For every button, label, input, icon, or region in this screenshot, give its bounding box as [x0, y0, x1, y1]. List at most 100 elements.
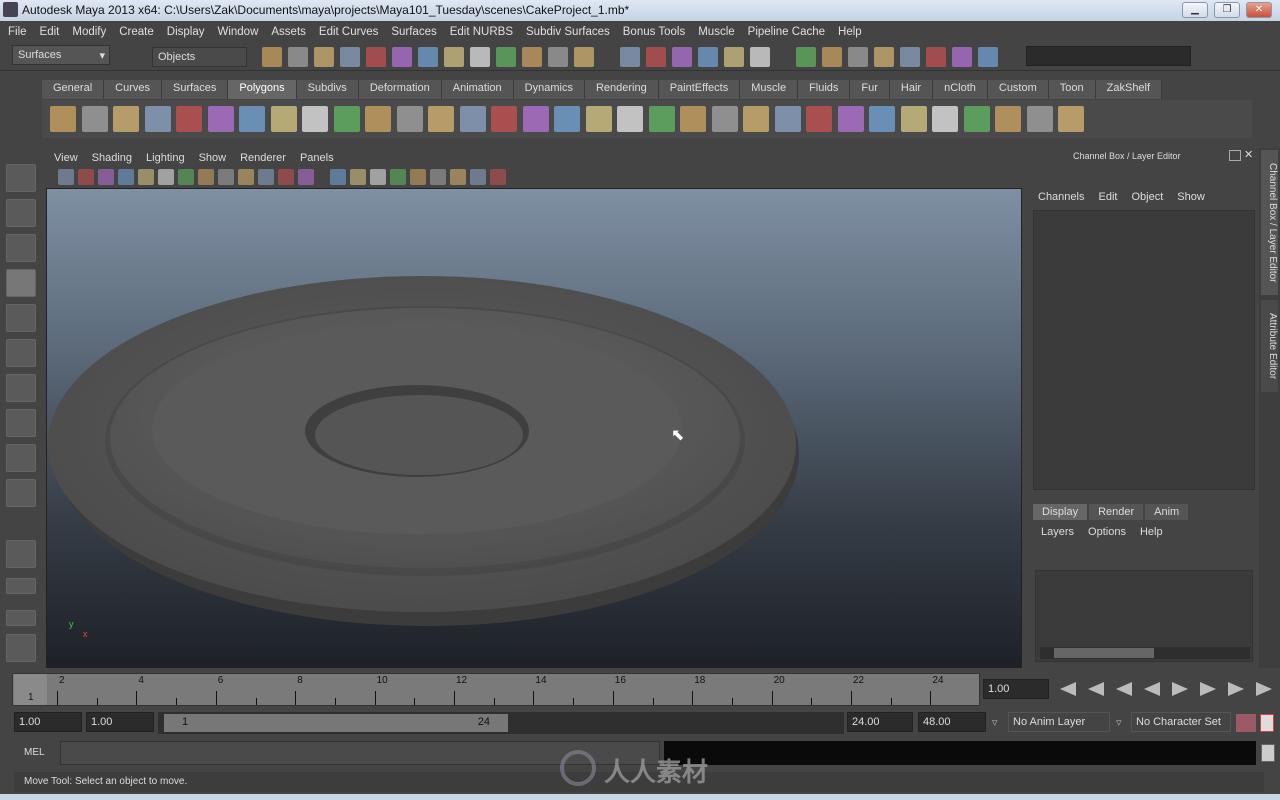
- toolbar-tool-icon[interactable]: [288, 47, 308, 67]
- toolbar-tool-icon[interactable]: [314, 47, 334, 67]
- float-icon[interactable]: [1229, 150, 1241, 161]
- menu-create[interactable]: Create: [119, 26, 154, 38]
- layer-menu-help[interactable]: Help: [1140, 526, 1163, 538]
- anim-layer-dropdown[interactable]: No Anim Layer: [1008, 712, 1110, 732]
- bridge-icon[interactable]: [491, 106, 517, 132]
- channel-menu-channels[interactable]: Channels: [1038, 191, 1084, 203]
- go-to-end-icon[interactable]: [1256, 682, 1272, 696]
- viewport-tool-icon[interactable]: [58, 169, 74, 185]
- toolbar-tool-icon[interactable]: [470, 47, 490, 67]
- viewport-tool-icon[interactable]: [490, 169, 506, 185]
- toolbar-tool-icon[interactable]: [522, 47, 542, 67]
- tab-surfaces[interactable]: Surfaces: [161, 80, 229, 99]
- range-slider-bar[interactable]: 1 24: [164, 714, 508, 732]
- step-back-key-icon[interactable]: [1088, 682, 1104, 696]
- poly-cube-icon[interactable]: [81, 106, 108, 132]
- character-set-dropdown[interactable]: No Character Set: [1131, 712, 1231, 732]
- close-icon[interactable]: ✕: [1244, 148, 1253, 161]
- show-manip-icon[interactable]: [6, 444, 36, 472]
- menu-modify[interactable]: Modify: [72, 26, 106, 38]
- tab-custom[interactable]: Custom: [987, 80, 1049, 99]
- close-button[interactable]: ✕: [1246, 2, 1272, 18]
- bevel-icon[interactable]: [680, 106, 706, 132]
- menu-window[interactable]: Window: [217, 26, 258, 38]
- tab-polygons[interactable]: Polygons: [228, 80, 297, 99]
- scrollbar-thumb[interactable]: [1054, 648, 1154, 658]
- checker-icon[interactable]: [1026, 106, 1053, 132]
- wedge-icon[interactable]: [648, 106, 675, 132]
- toolbar-tool-icon[interactable]: [620, 47, 640, 67]
- viewport-tool-icon[interactable]: [370, 169, 386, 185]
- menu-edit-nurbs[interactable]: Edit NURBS: [450, 26, 513, 38]
- layer-menu-options[interactable]: Options: [1088, 526, 1126, 538]
- tab-render[interactable]: Render: [1089, 504, 1144, 520]
- menu-display[interactable]: Display: [167, 26, 205, 38]
- tab-subdivs[interactable]: Subdivs: [296, 80, 359, 99]
- normals-icon[interactable]: [837, 106, 864, 132]
- menu-muscle[interactable]: Muscle: [698, 26, 734, 38]
- menu-surfaces[interactable]: Surfaces: [391, 26, 436, 38]
- toolbar-tool-icon[interactable]: [900, 47, 920, 67]
- viewport-menu-renderer[interactable]: Renderer: [240, 152, 286, 164]
- tab-deformation[interactable]: Deformation: [358, 80, 442, 99]
- toolbar-tool-icon[interactable]: [418, 47, 438, 67]
- poly-plane-icon[interactable]: [176, 106, 202, 132]
- tab-hair[interactable]: Hair: [889, 80, 934, 99]
- horizontal-scrollbar[interactable]: [1040, 647, 1250, 659]
- channel-menu-show[interactable]: Show: [1177, 191, 1205, 203]
- mel-label[interactable]: MEL: [14, 740, 58, 766]
- viewport[interactable]: y x ⬉: [46, 188, 1022, 668]
- script-editor-icon[interactable]: [1261, 744, 1275, 762]
- menu-edit[interactable]: Edit: [40, 26, 60, 38]
- cylindrical-map-icon[interactable]: [900, 106, 927, 132]
- spherical-map-icon[interactable]: [932, 106, 958, 132]
- move-tool-icon[interactable]: [6, 269, 36, 297]
- auto-map-icon[interactable]: [963, 106, 990, 132]
- viewport-tool-icon[interactable]: [158, 169, 174, 185]
- viewport-tool-icon[interactable]: [450, 169, 466, 185]
- toolbar-tool-icon[interactable]: [698, 47, 718, 67]
- tab-dynamics[interactable]: Dynamics: [513, 80, 585, 99]
- poly-sphere-icon[interactable]: [50, 106, 76, 132]
- tab-toon[interactable]: Toon: [1048, 80, 1096, 99]
- toolbar-tool-icon[interactable]: [392, 47, 412, 67]
- toolbar-tool-icon[interactable]: [496, 47, 516, 67]
- paint-icon[interactable]: [1058, 106, 1084, 132]
- step-back-frame-icon[interactable]: [1116, 682, 1132, 696]
- poly-cone-icon[interactable]: [144, 106, 171, 132]
- toolbar-tool-icon[interactable]: [724, 47, 744, 67]
- viewport-tool-icon[interactable]: [98, 169, 114, 185]
- viewport-tool-icon[interactable]: [178, 169, 194, 185]
- viewport-tool-icon[interactable]: [410, 169, 426, 185]
- tab-zakshelf[interactable]: ZakShelf: [1095, 80, 1163, 99]
- selection-mode-dropdown[interactable]: Objects: [152, 47, 247, 67]
- insert-edgeloop-icon[interactable]: [585, 106, 612, 132]
- tab-rendering[interactable]: Rendering: [584, 80, 659, 99]
- chevron-down-icon[interactable]: ▿: [1116, 716, 1122, 729]
- tab-attribute-editor[interactable]: Attribute Editor: [1261, 300, 1278, 392]
- viewport-tool-icon[interactable]: [278, 169, 294, 185]
- layout-single-icon[interactable]: [6, 540, 36, 568]
- poly-torus-icon[interactable]: [207, 106, 234, 132]
- current-frame-marker[interactable]: 1: [14, 674, 47, 705]
- combine-icon[interactable]: [333, 106, 360, 132]
- menu-pipeline-cache[interactable]: Pipeline Cache: [748, 26, 825, 38]
- viewport-tool-icon[interactable]: [258, 169, 274, 185]
- tab-muscle[interactable]: Muscle: [740, 80, 799, 99]
- play-forwards-icon[interactable]: [1172, 682, 1188, 696]
- viewport-menu-lighting[interactable]: Lighting: [146, 152, 185, 164]
- toolbar-tool-icon[interactable]: [366, 47, 386, 67]
- tab-animation[interactable]: Animation: [441, 80, 514, 99]
- end-time-field[interactable]: 48.00: [918, 712, 986, 732]
- channel-menu-object[interactable]: Object: [1131, 191, 1163, 203]
- menu-assets[interactable]: Assets: [271, 26, 306, 38]
- start-time-field[interactable]: 1.00: [14, 712, 82, 732]
- tab-painteffects[interactable]: PaintEffects: [658, 80, 741, 99]
- tab-curves[interactable]: Curves: [104, 80, 162, 99]
- preferences-icon[interactable]: [1260, 714, 1274, 732]
- menu-bonus-tools[interactable]: Bonus Tools: [623, 26, 685, 38]
- paint-select-icon[interactable]: [6, 234, 36, 262]
- uv-editor-icon[interactable]: [995, 106, 1021, 132]
- menuset-dropdown[interactable]: Surfaces ▾: [12, 45, 110, 65]
- offset-edgeloop-icon[interactable]: [617, 106, 643, 132]
